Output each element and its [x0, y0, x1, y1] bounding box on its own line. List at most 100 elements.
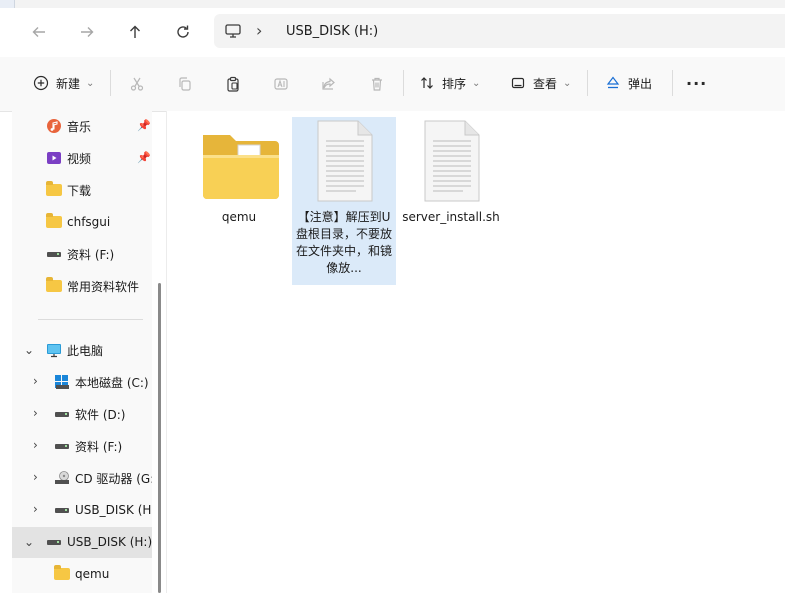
delete-button[interactable]: [367, 74, 387, 94]
pin-icon[interactable]: 📌: [137, 151, 151, 164]
share-button[interactable]: [319, 74, 339, 94]
address-path[interactable]: USB_DISK (H:): [286, 24, 378, 39]
rename-icon: [274, 78, 288, 90]
clipboard-icon: [227, 76, 239, 92]
command-bar: [0, 57, 785, 112]
sidebar-item-chfsgui[interactable]: chfsgui: [46, 208, 146, 236]
sidebar-item-this-pc[interactable]: 此电脑: [46, 336, 146, 364]
file-name: server_install.sh: [402, 210, 500, 224]
sidebar-divider: [38, 319, 143, 320]
plus-circle-icon: [32, 74, 50, 92]
sidebar-item-label: CD 驱动器 (G:: [75, 471, 152, 486]
monitor-icon: [46, 342, 62, 358]
cd-drive-icon: [54, 470, 70, 486]
back-button[interactable]: [25, 18, 53, 46]
sidebar-item-drive-f-quick[interactable]: 资料 (F:): [46, 240, 146, 268]
file-name: 【注意】解压到U盘根目录，不要放在文件夹中，和镜像放...: [295, 210, 392, 275]
folder-icon: [46, 277, 62, 294]
paste-button[interactable]: [223, 74, 243, 94]
sidebar-item-music[interactable]: 音乐: [46, 112, 146, 140]
file-item-selected[interactable]: 【注意】解压到U盘根目录，不要放在文件夹中，和镜像放...: [292, 117, 396, 285]
sidebar-item-drive-f[interactable]: 资料 (F:): [54, 432, 152, 460]
sidebar-item-label: 本地磁盘 (C:): [75, 375, 149, 390]
windows-drive-icon: [54, 374, 70, 390]
music-icon: [46, 118, 62, 134]
sidebar-item-common-software[interactable]: 常用资料软件: [46, 272, 146, 300]
view-icon: [509, 74, 527, 92]
sidebar-item-label: 资料 (F:): [67, 247, 115, 262]
view-label: 查看: [533, 76, 558, 91]
pin-icon[interactable]: 📌: [137, 119, 151, 132]
refresh-button[interactable]: [169, 18, 197, 46]
sidebar-item-label: qemu: [75, 567, 110, 581]
sidebar-item-downloads[interactable]: 下载: [46, 176, 146, 204]
more-options-button[interactable]: ···: [686, 74, 707, 93]
video-icon: [46, 150, 62, 166]
chevron-down-icon: ⌄: [563, 77, 572, 89]
sidebar-item-label: USB_DISK (H:): [67, 535, 152, 549]
chevron-down-icon: ⌄: [86, 77, 95, 89]
copy-button[interactable]: [175, 74, 195, 94]
chevron-right-icon[interactable]: ›: [33, 502, 38, 516]
trash-icon: [372, 77, 382, 91]
eject-button[interactable]: 弹出: [604, 74, 652, 92]
sidebar-item-usb-disk-selected[interactable]: USB_DISK (H:): [46, 528, 152, 556]
sidebar-item-label: 常用资料软件: [67, 279, 140, 294]
drive-icon: [46, 246, 62, 262]
drive-icon: [46, 534, 62, 550]
scissors-icon: [130, 77, 144, 91]
rename-button[interactable]: [271, 74, 291, 94]
cut-button[interactable]: [127, 74, 147, 94]
text-file-icon: [406, 117, 496, 207]
sidebar-item-label: USB_DISK (H:: [75, 503, 152, 517]
sort-button[interactable]: 排序 ⌄: [418, 74, 480, 92]
sidebar-item-drive-d[interactable]: 软件 (D:): [54, 400, 152, 428]
toolbar-divider: [403, 70, 404, 96]
refresh-icon: [177, 25, 189, 38]
new-label: 新建: [56, 76, 81, 91]
view-button[interactable]: 查看 ⌄: [509, 74, 571, 92]
arrow-left-icon: [32, 27, 45, 37]
navigation-pane: 音乐 📌 视频 📌 下载 chfsgui 资料 (F:) 常用资料软件 ⌄ 此电…: [12, 111, 152, 593]
chevron-right-icon[interactable]: ›: [256, 22, 270, 40]
up-button[interactable]: [121, 18, 149, 46]
file-item-folder[interactable]: qemu: [187, 117, 291, 230]
forward-button[interactable]: [73, 18, 101, 46]
sort-label: 排序: [442, 76, 467, 91]
toolbar-divider: [587, 70, 588, 96]
sidebar-item-drive-c[interactable]: 本地磁盘 (C:): [54, 368, 152, 396]
file-item-script[interactable]: server_install.sh: [399, 117, 503, 230]
sidebar-item-label: 软件 (D:): [75, 407, 126, 422]
chevron-right-icon[interactable]: ›: [33, 470, 38, 484]
drive-icon: [54, 406, 70, 422]
sidebar-item-cd-drive[interactable]: CD 驱动器 (G:: [54, 464, 152, 492]
eject-label: 弹出: [628, 76, 653, 91]
folder-icon: [54, 565, 70, 582]
file-name: qemu: [221, 210, 257, 224]
chevron-down-icon: ⌄: [472, 77, 481, 89]
chevron-right-icon[interactable]: ›: [33, 438, 38, 452]
sidebar-item-label: 下载: [67, 183, 92, 198]
chevron-right-icon[interactable]: ›: [33, 406, 38, 420]
folder-icon: [46, 213, 62, 230]
toolbar-divider: [672, 70, 673, 96]
sidebar-item-label: 视频: [67, 151, 92, 166]
chevron-right-icon[interactable]: ›: [33, 374, 38, 388]
computer-icon: [224, 22, 242, 40]
sidebar-item-label: 资料 (F:): [75, 439, 123, 454]
arrow-up-icon: [130, 25, 140, 38]
tab-strip: [14, 0, 785, 8]
sidebar-item-video[interactable]: 视频: [46, 144, 146, 172]
chevron-down-icon[interactable]: ⌄: [24, 535, 34, 549]
toolbar-divider: [110, 70, 111, 96]
sidebar-item-label: 音乐: [67, 119, 92, 134]
sidebar-item-label: 此电脑: [67, 343, 104, 358]
sidebar-scrollbar[interactable]: [158, 283, 161, 593]
folder-icon: [46, 181, 62, 198]
sidebar-item-qemu[interactable]: qemu: [54, 560, 152, 588]
sidebar-item-usb-disk[interactable]: USB_DISK (H:: [54, 496, 152, 524]
chevron-down-icon[interactable]: ⌄: [24, 343, 34, 357]
drive-icon: [54, 438, 70, 454]
new-button[interactable]: 新建 ⌄: [32, 74, 94, 92]
folder-icon: [194, 117, 284, 207]
